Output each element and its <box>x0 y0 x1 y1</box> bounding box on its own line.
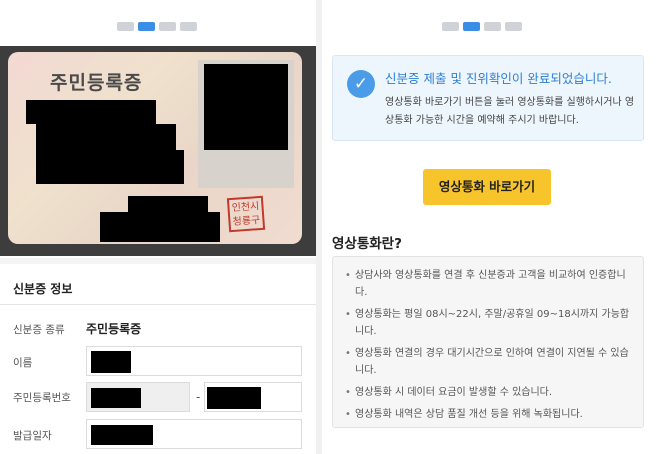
carousel-dot[interactable] <box>505 22 522 31</box>
video-call-info-box: 상담사와 영상통화를 연결 후 신분증과 고객을 비교하여 인증합니다. 영상통… <box>332 256 644 428</box>
redaction-bar <box>100 212 220 242</box>
what-is-video-call-title: 영상통화란? <box>332 236 402 252</box>
section-title: 신분증 정보 <box>13 282 73 296</box>
id-type-label: 신분증 종류 <box>13 324 65 336</box>
redaction-bar <box>91 388 141 408</box>
issue-date-field[interactable] <box>86 419 302 449</box>
name-label: 이름 <box>13 357 33 369</box>
video-call-panel: ✓ 신분증 제출 및 진위확인이 완료되었습니다. 영상통화 바로가기 버튼을 … <box>322 0 658 454</box>
info-list: 상담사와 영상통화를 연결 후 신분증과 고객을 비교하여 인증합니다. 영상통… <box>345 267 633 428</box>
name-field[interactable] <box>86 346 302 376</box>
issue-date-label: 발급일자 <box>13 430 52 442</box>
list-item: 영상통화 시 데이터 요금이 발생할 수 있습니다. <box>345 384 633 401</box>
list-item: 영상통화는 평일 08시~22시, 주말/공휴일 09~18시까지 가능합니다. <box>345 306 633 340</box>
card-title: 주민등록증 <box>50 72 143 94</box>
carousel-dot[interactable] <box>442 22 459 31</box>
redaction-bar <box>207 387 261 409</box>
carousel-dot[interactable] <box>180 22 197 31</box>
redaction-bar <box>26 100 156 124</box>
rrn-back-field[interactable] <box>204 382 302 412</box>
list-item: 상담사와 영상통화를 연결 후 신분증과 고객을 비교하여 인증합니다. <box>345 267 633 301</box>
carousel-dot[interactable] <box>117 22 134 31</box>
id-card: 주민등록증 인천시 청룡구 <box>8 52 302 244</box>
carousel-dot[interactable] <box>484 22 501 31</box>
list-item: 영상통화 연결의 경우 대기시간으로 인하여 연결이 지연될 수 있습니다. <box>345 345 633 379</box>
carousel-dot-active[interactable] <box>463 22 480 31</box>
carousel-indicator <box>442 22 522 31</box>
video-call-button[interactable]: 영상통화 바로가기 <box>423 169 551 205</box>
redaction-bar <box>36 124 176 150</box>
redaction-bar <box>36 150 184 184</box>
carousel-dot[interactable] <box>159 22 176 31</box>
rrn-label: 주민등록번호 <box>13 392 71 404</box>
carousel-indicator <box>117 22 197 31</box>
notice-title: 신분증 제출 및 진위확인이 완료되었습니다. <box>385 71 612 86</box>
completion-notice: ✓ 신분증 제출 및 진위확인이 완료되었습니다. 영상통화 바로가기 버튼을 … <box>332 55 644 141</box>
id-type-value: 주민등록증 <box>86 322 142 336</box>
rrn-front-field[interactable] <box>86 382 190 412</box>
carousel-dot-active[interactable] <box>138 22 155 31</box>
rrn-separator: - <box>196 390 201 404</box>
section-divider <box>0 258 316 264</box>
notice-body: 영상통화 바로가기 버튼을 눌러 영상통화를 실행하시거나 영상통화 가능한 시… <box>385 97 635 126</box>
redaction-bar <box>91 425 153 445</box>
divider <box>0 304 316 305</box>
check-circle-icon: ✓ <box>347 70 375 98</box>
list-item: 영상통화 내역은 상담 품질 개선 등을 위해 녹화됩니다. <box>345 406 633 423</box>
redaction-bar <box>91 351 131 373</box>
official-stamp: 인천시 청룡구 <box>226 195 266 233</box>
id-photo <box>198 60 294 188</box>
id-card-image: 주민등록증 인천시 청룡구 <box>0 46 316 256</box>
id-info-panel: 주민등록증 인천시 청룡구 신분증 정보 신분증 종류 주민등록증 이름 주민등… <box>0 0 316 454</box>
face-redaction <box>204 64 288 150</box>
